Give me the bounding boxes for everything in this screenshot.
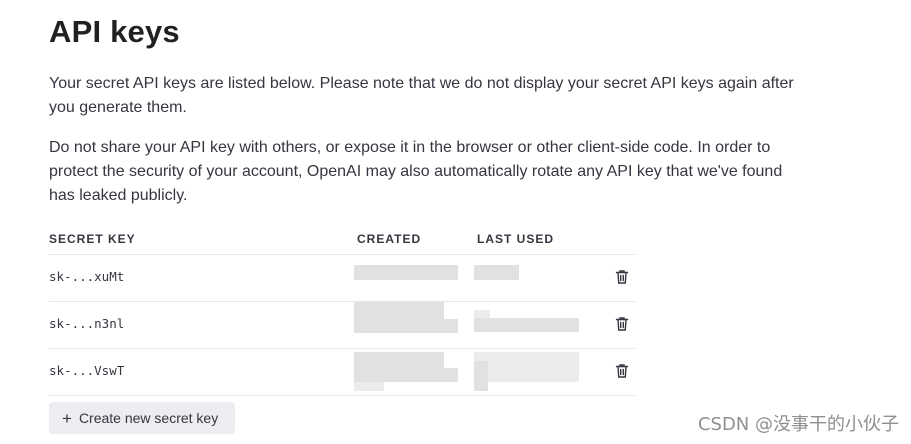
watermark: CSDN @没事干的小伙子 xyxy=(697,414,899,435)
header-secret-key: SECRET KEY xyxy=(49,232,136,246)
trash-icon[interactable] xyxy=(614,362,630,380)
header-last-used: LAST USED xyxy=(477,232,555,246)
api-keys-page: API keys Your secret API keys are listed… xyxy=(0,0,911,444)
table-row: sk-...VswT xyxy=(49,349,635,396)
trash-icon[interactable] xyxy=(614,315,630,333)
create-button-label: Create new secret key xyxy=(78,410,219,426)
secret-key-value: sk-...VswT xyxy=(49,363,125,378)
table-header: SECRET KEY CREATED LAST USED xyxy=(49,224,635,255)
table-row: sk-...n3nl xyxy=(49,302,635,349)
security-warning-text: Do not share your API key with others, o… xyxy=(49,139,783,204)
table-row: sk-...xuMt xyxy=(49,255,635,302)
create-new-secret-key-button[interactable]: + Create new secret key xyxy=(49,402,235,434)
trash-icon[interactable] xyxy=(614,268,630,286)
api-keys-table: SECRET KEY CREATED LAST USED sk-...xuMt xyxy=(49,224,635,396)
header-created: CREATED xyxy=(357,232,422,246)
intro-text: Your secret API keys are listed below. P… xyxy=(49,75,794,116)
plus-icon: + xyxy=(62,408,72,428)
secret-key-value: sk-...n3nl xyxy=(49,316,125,331)
page-title: API keys xyxy=(49,14,180,49)
secret-key-value: sk-...xuMt xyxy=(49,269,125,284)
